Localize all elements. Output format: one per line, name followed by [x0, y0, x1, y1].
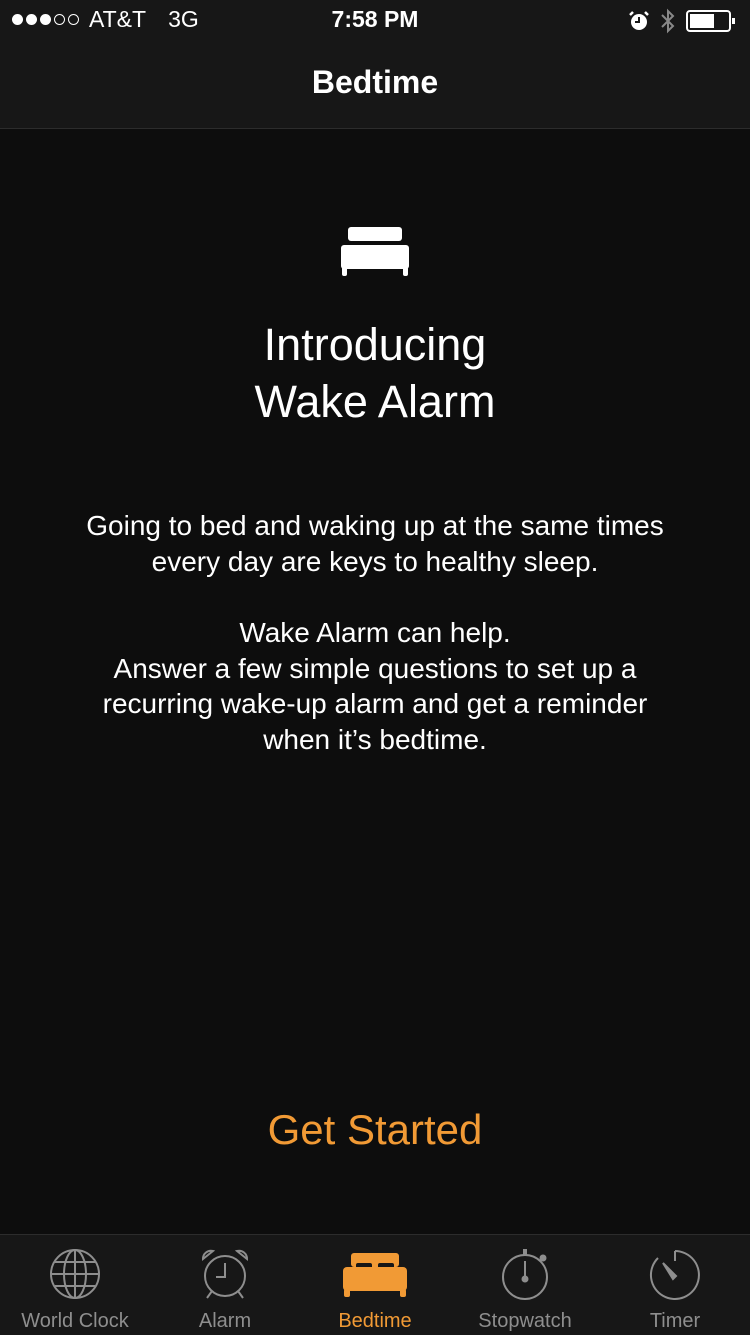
- headline-line: Wake Alarm: [254, 376, 496, 427]
- headline: Introducing Wake Alarm: [0, 316, 750, 430]
- navigation-bar: Bedtime: [0, 40, 750, 129]
- bluetooth-icon: [661, 8, 675, 34]
- bed-icon: [343, 1253, 407, 1297]
- page-title: Bedtime: [311, 64, 439, 100]
- tab-bar: World Clock Alarm Bedtime Stopwatch Time…: [0, 1234, 750, 1335]
- stopwatch-icon: [502, 1249, 548, 1300]
- alarm-icon: [629, 11, 649, 30]
- tab-world-clock[interactable]: World Clock: [0, 1235, 150, 1335]
- tab-label: World Clock: [21, 1310, 129, 1332]
- tab-label: Alarm: [198, 1310, 252, 1332]
- tab-timer[interactable]: Timer: [600, 1235, 750, 1335]
- globe-icon: [50, 1249, 100, 1299]
- description-line: Answer a few simple questions to set up …: [102, 652, 648, 755]
- status-bar: AT&T 3G 7:58 PM: [0, 0, 750, 40]
- description-line: Wake Alarm can help.: [239, 617, 511, 648]
- headline-line: Introducing: [263, 319, 487, 370]
- battery-icon: [686, 10, 735, 32]
- tab-bedtime[interactable]: Bedtime: [300, 1235, 450, 1335]
- timer-icon: [649, 1250, 700, 1300]
- get-started-button[interactable]: Get Started: [0, 1106, 750, 1154]
- alarm-clock-icon: [202, 1249, 248, 1299]
- tab-label: Timer: [649, 1310, 701, 1332]
- description-paragraph: Wake Alarm can help. Answer a few simple…: [75, 615, 675, 757]
- tab-alarm[interactable]: Alarm: [150, 1235, 300, 1335]
- tab-label: Bedtime: [338, 1310, 412, 1332]
- tab-stopwatch[interactable]: Stopwatch: [450, 1235, 600, 1335]
- status-right: [628, 8, 736, 34]
- description-paragraph: Going to bed and waking up at the same t…: [86, 510, 664, 577]
- description: Going to bed and waking up at the same t…: [75, 508, 675, 757]
- tab-label: Stopwatch: [478, 1310, 572, 1332]
- bed-icon: [341, 227, 409, 276]
